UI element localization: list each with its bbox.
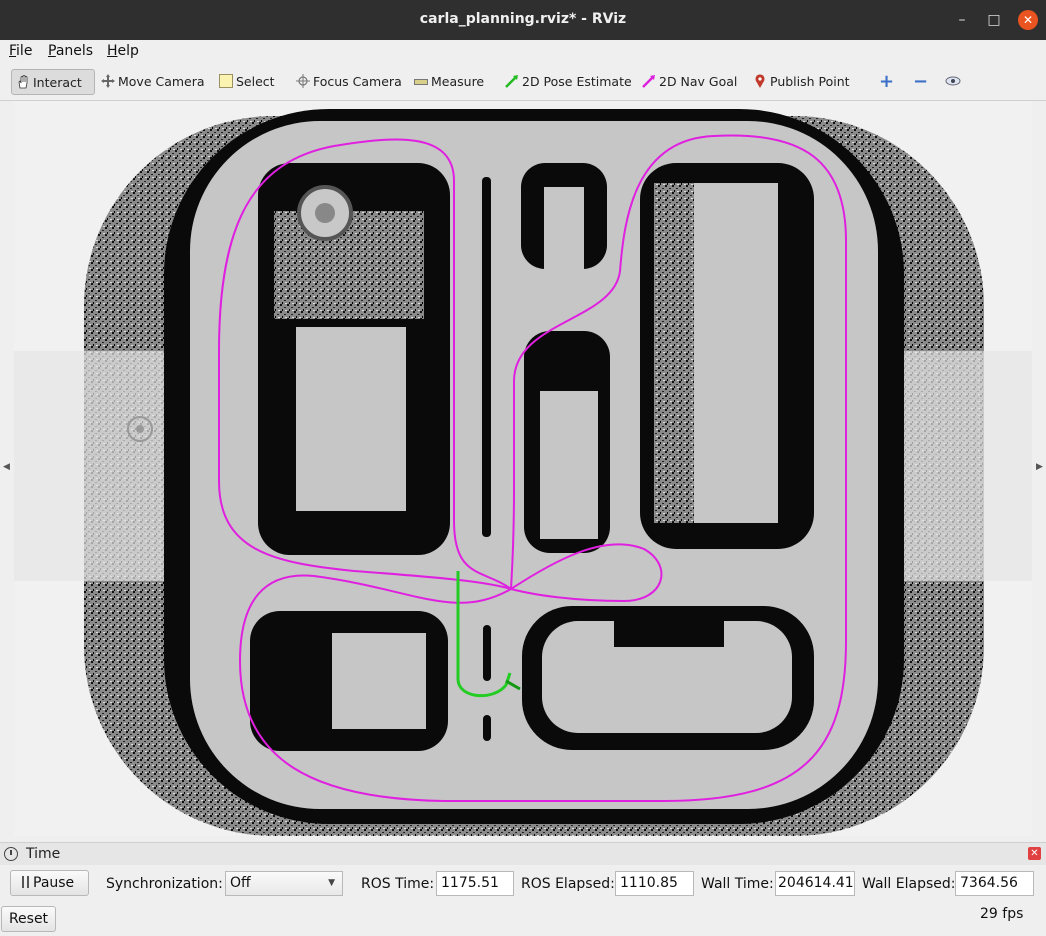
interact-tool-button[interactable]: Interact [11,69,95,95]
clock-icon [4,847,18,861]
window-titlebar: carla_planning.rviz* - RViz – □ ✕ [0,0,1046,40]
close-window-icon[interactable]: ✕ [1018,10,1038,30]
fps-readout: 29 fps [980,906,1024,922]
pose-estimate-tool-button[interactable]: 2D Pose Estimate [505,69,632,95]
window-title: carla_planning.rviz* - RViz [419,11,627,27]
map-pin-icon [755,74,765,88]
sync-value: Off [230,875,251,891]
render-viewport[interactable] [14,101,1032,836]
focus-crosshair-icon [296,74,310,88]
magenta-arrow-icon [642,75,655,88]
median-divider [482,177,491,537]
minimize-icon[interactable]: – [952,10,972,30]
ros-elapsed-field[interactable]: 1110.85 [615,871,694,896]
left-panel-collapse-icon[interactable]: ◀ [3,462,10,472]
maximize-icon[interactable]: □ [984,10,1004,30]
select-box-icon [219,74,233,88]
measure-label: Measure [431,74,485,89]
right-panel-collapse-icon[interactable]: ▶ [1036,462,1043,472]
interact-label: Interact [33,75,82,90]
tool-toolbar: Interact Move Camera Select Focus Camera… [0,64,1046,101]
nav-goal-tool-button[interactable]: 2D Nav Goal [642,69,737,95]
pause-label: Pause [33,875,75,891]
time-panel-controls: Pause Synchronization: Off ▼ ROS Time: 1… [0,866,1046,902]
wall-elapsed-field[interactable]: 7364.56 [955,871,1034,896]
select-tool-button[interactable]: Select [219,69,275,95]
remove-tool-icon[interactable]: − [913,69,928,95]
pose-estimate-label: 2D Pose Estimate [522,74,632,89]
chevron-down-icon: ▼ [328,878,335,888]
time-panel-title: Time [26,846,61,862]
menu-panels[interactable]: Panels [48,43,93,59]
wall-time-field[interactable]: 204614.41 [775,871,855,896]
move-camera-label: Move Camera [118,74,205,89]
move-arrows-icon [101,74,115,88]
menu-bar: File Panels Help [0,40,1046,64]
ruler-icon [414,79,428,85]
wall-time-label: Wall Time: [701,876,774,892]
sync-select[interactable]: Off ▼ [225,871,343,896]
measure-tool-button[interactable]: Measure [414,69,484,95]
reset-button[interactable]: Reset [1,906,56,932]
occupancy-map [14,101,1032,836]
select-label: Select [236,74,275,89]
wall-elapsed-label: Wall Elapsed: [862,876,956,892]
menu-help[interactable]: Help [107,43,139,59]
focus-camera-label: Focus Camera [313,74,402,89]
time-panel-header: Time ✕ [0,842,1046,865]
nav-goal-label: 2D Nav Goal [659,74,738,89]
publish-point-label: Publish Point [770,74,850,89]
block-top-left [258,163,450,555]
hand-icon [18,75,28,89]
view-options-eye-icon[interactable] [945,69,964,95]
ros-elapsed-label: ROS Elapsed: [521,876,615,892]
menu-file[interactable]: File [9,43,32,59]
green-arrow-icon [505,75,518,88]
ros-time-field[interactable]: 1175.51 [436,871,514,896]
pause-button[interactable]: Pause [10,870,89,896]
move-camera-tool-button[interactable]: Move Camera [101,69,205,95]
ros-time-label: ROS Time: [361,876,435,892]
focus-camera-tool-button[interactable]: Focus Camera [296,69,402,95]
sync-label: Synchronization: [106,876,223,892]
publish-point-tool-button[interactable]: Publish Point [753,69,850,95]
pause-icon [22,876,29,888]
add-tool-icon[interactable]: + [879,69,894,95]
close-time-panel-icon[interactable]: ✕ [1028,847,1041,860]
